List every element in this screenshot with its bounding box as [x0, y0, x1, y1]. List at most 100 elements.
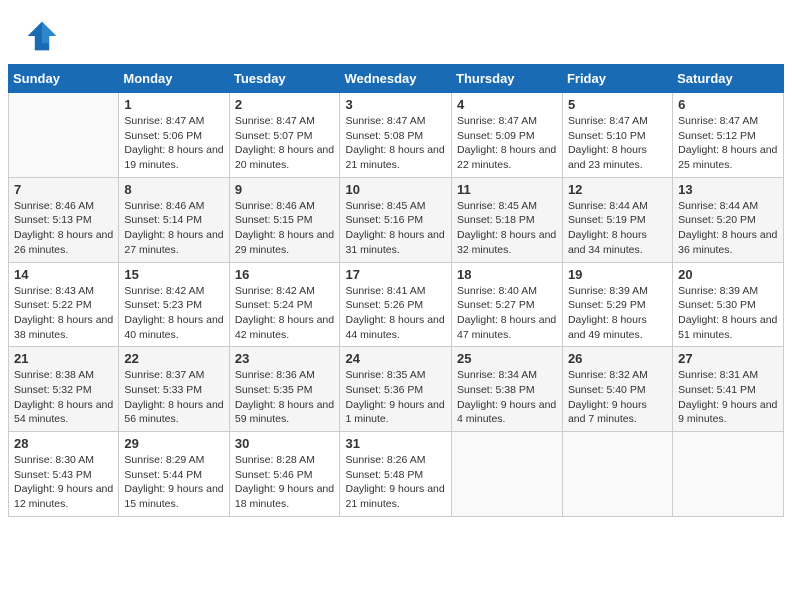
day-number: 24: [345, 351, 446, 366]
day-info: Sunrise: 8:34 AMSunset: 5:38 PMDaylight:…: [457, 368, 557, 427]
day-number: 30: [235, 436, 335, 451]
day-cell: 13Sunrise: 8:44 AMSunset: 5:20 PMDayligh…: [673, 177, 784, 262]
day-info: Sunrise: 8:37 AMSunset: 5:33 PMDaylight:…: [124, 368, 223, 427]
day-cell: 11 Sunrise: 8:45 AMSunset: 5:18 PMDayligh…: [452, 177, 563, 262]
day-info: Sunrise: 8:45 AMSunset: 5:16 PMDaylight:…: [345, 199, 446, 258]
day-cell: 29 Sunrise: 8:29 AMSunset: 5:44 PMDayligh…: [119, 432, 229, 517]
day-info: Sunrise: 8:30 AMSunset: 5:43 PMDaylight:…: [14, 453, 113, 512]
day-info: Sunrise: 8:46 AMSunset: 5:13 PMDaylight:…: [14, 199, 113, 258]
day-number: 20: [678, 267, 778, 282]
day-cell: 9Sunrise: 8:46 AMSunset: 5:15 PMDaylight…: [229, 177, 340, 262]
day-number: 17: [345, 267, 446, 282]
day-info: Sunrise: 8:46 AMSunset: 5:14 PMDaylight:…: [124, 199, 223, 258]
day-cell: 28 Sunrise: 8:30 AMSunset: 5:43 PMDayligh…: [9, 432, 119, 517]
logo-icon: [24, 18, 60, 54]
weekday-row: SundayMondayTuesdayWednesdayThursdayFrid…: [9, 65, 784, 93]
day-info: Sunrise: 8:32 AMSunset: 5:40 PMDaylight:…: [568, 368, 667, 427]
week-row-1: 1 Sunrise: 8:47 AMSunset: 5:06 PMDaylight…: [9, 93, 784, 178]
day-info: Sunrise: 8:36 AMSunset: 5:35 PMDaylight:…: [235, 368, 335, 427]
day-cell: 24 Sunrise: 8:35 AMSunset: 5:36 PMDayligh…: [340, 347, 452, 432]
day-number: 10: [345, 182, 446, 197]
day-number: 6: [678, 97, 778, 112]
day-number: 31: [345, 436, 446, 451]
day-info: Sunrise: 8:47 AMSunset: 5:10 PMDaylight:…: [568, 114, 667, 173]
day-number: 18: [457, 267, 557, 282]
day-info: Sunrise: 8:47 AMSunset: 5:08 PMDaylight:…: [345, 114, 446, 173]
day-number: 27: [678, 351, 778, 366]
day-info: Sunrise: 8:29 AMSunset: 5:44 PMDaylight:…: [124, 453, 223, 512]
day-number: 7: [14, 182, 113, 197]
day-number: 28: [14, 436, 113, 451]
day-cell: 7 Sunrise: 8:46 AMSunset: 5:13 PMDaylight…: [9, 177, 119, 262]
day-number: 1: [124, 97, 223, 112]
day-cell: 23Sunrise: 8:36 AMSunset: 5:35 PMDayligh…: [229, 347, 340, 432]
logo: [24, 18, 64, 54]
weekday-header-monday: Monday: [119, 65, 229, 93]
day-number: 19: [568, 267, 667, 282]
day-cell: 8 Sunrise: 8:46 AMSunset: 5:14 PMDaylight…: [119, 177, 229, 262]
calendar-table: SundayMondayTuesdayWednesdayThursdayFrid…: [8, 64, 784, 517]
day-number: 5: [568, 97, 667, 112]
day-number: 21: [14, 351, 113, 366]
day-cell: [9, 93, 119, 178]
day-cell: 14 Sunrise: 8:43 AMSunset: 5:22 PMDayligh…: [9, 262, 119, 347]
day-cell: 17 Sunrise: 8:41 AMSunset: 5:26 PMDayligh…: [340, 262, 452, 347]
day-cell: 10 Sunrise: 8:45 AMSunset: 5:16 PMDayligh…: [340, 177, 452, 262]
day-cell: 22 Sunrise: 8:37 AMSunset: 5:33 PMDayligh…: [119, 347, 229, 432]
day-cell: 6Sunrise: 8:47 AMSunset: 5:12 PMDaylight…: [673, 93, 784, 178]
page-header: [0, 0, 792, 64]
day-number: 2: [235, 97, 335, 112]
day-info: Sunrise: 8:47 AMSunset: 5:06 PMDaylight:…: [124, 114, 223, 173]
day-info: Sunrise: 8:41 AMSunset: 5:26 PMDaylight:…: [345, 284, 446, 343]
day-info: Sunrise: 8:47 AMSunset: 5:09 PMDaylight:…: [457, 114, 557, 173]
day-number: 14: [14, 267, 113, 282]
day-cell: 2 Sunrise: 8:47 AMSunset: 5:07 PMDaylight…: [229, 93, 340, 178]
day-cell: 26 Sunrise: 8:32 AMSunset: 5:40 PMDayligh…: [562, 347, 672, 432]
day-number: 29: [124, 436, 223, 451]
day-number: 26: [568, 351, 667, 366]
calendar-body: 1 Sunrise: 8:47 AMSunset: 5:06 PMDaylight…: [9, 93, 784, 517]
day-cell: 30 Sunrise: 8:28 AMSunset: 5:46 PMDayligh…: [229, 432, 340, 517]
day-cell: 3 Sunrise: 8:47 AMSunset: 5:08 PMDaylight…: [340, 93, 452, 178]
day-cell: 16Sunrise: 8:42 AMSunset: 5:24 PMDayligh…: [229, 262, 340, 347]
day-info: Sunrise: 8:44 AMSunset: 5:19 PMDaylight:…: [568, 199, 667, 258]
day-cell: 25 Sunrise: 8:34 AMSunset: 5:38 PMDayligh…: [452, 347, 563, 432]
day-number: 12: [568, 182, 667, 197]
day-number: 25: [457, 351, 557, 366]
day-cell: 1 Sunrise: 8:47 AMSunset: 5:06 PMDaylight…: [119, 93, 229, 178]
weekday-header-tuesday: Tuesday: [229, 65, 340, 93]
day-number: 3: [345, 97, 446, 112]
day-cell: [452, 432, 563, 517]
weekday-header-thursday: Thursday: [452, 65, 563, 93]
day-info: Sunrise: 8:42 AMSunset: 5:23 PMDaylight:…: [124, 284, 223, 343]
week-row-3: 14 Sunrise: 8:43 AMSunset: 5:22 PMDayligh…: [9, 262, 784, 347]
day-number: 16: [235, 267, 335, 282]
day-number: 11: [457, 182, 557, 197]
day-cell: 20 Sunrise: 8:39 AMSunset: 5:30 PMDayligh…: [673, 262, 784, 347]
day-info: Sunrise: 8:45 AMSunset: 5:18 PMDaylight:…: [457, 199, 557, 258]
day-cell: 12 Sunrise: 8:44 AMSunset: 5:19 PMDayligh…: [562, 177, 672, 262]
week-row-2: 7 Sunrise: 8:46 AMSunset: 5:13 PMDaylight…: [9, 177, 784, 262]
day-number: 15: [124, 267, 223, 282]
day-cell: [673, 432, 784, 517]
day-info: Sunrise: 8:43 AMSunset: 5:22 PMDaylight:…: [14, 284, 113, 343]
day-cell: 27 Sunrise: 8:31 AMSunset: 5:41 PMDayligh…: [673, 347, 784, 432]
day-info: Sunrise: 8:28 AMSunset: 5:46 PMDaylight:…: [235, 453, 335, 512]
weekday-header-friday: Friday: [562, 65, 672, 93]
weekday-header-saturday: Saturday: [673, 65, 784, 93]
day-cell: 31 Sunrise: 8:26 AMSunset: 5:48 PMDayligh…: [340, 432, 452, 517]
day-info: Sunrise: 8:38 AMSunset: 5:32 PMDaylight:…: [14, 368, 113, 427]
day-number: 8: [124, 182, 223, 197]
day-info: Sunrise: 8:35 AMSunset: 5:36 PMDaylight:…: [345, 368, 446, 427]
weekday-header-sunday: Sunday: [9, 65, 119, 93]
day-info: Sunrise: 8:31 AMSunset: 5:41 PMDaylight:…: [678, 368, 778, 427]
day-info: Sunrise: 8:47 AMSunset: 5:07 PMDaylight:…: [235, 114, 335, 173]
day-info: Sunrise: 8:40 AMSunset: 5:27 PMDaylight:…: [457, 284, 557, 343]
day-info: Sunrise: 8:26 AMSunset: 5:48 PMDaylight:…: [345, 453, 446, 512]
day-info: Sunrise: 8:46 AMSunset: 5:15 PMDaylight:…: [235, 199, 335, 258]
day-number: 4: [457, 97, 557, 112]
day-number: 22: [124, 351, 223, 366]
week-row-5: 28 Sunrise: 8:30 AMSunset: 5:43 PMDayligh…: [9, 432, 784, 517]
day-cell: 21 Sunrise: 8:38 AMSunset: 5:32 PMDayligh…: [9, 347, 119, 432]
day-info: Sunrise: 8:39 AMSunset: 5:30 PMDaylight:…: [678, 284, 778, 343]
